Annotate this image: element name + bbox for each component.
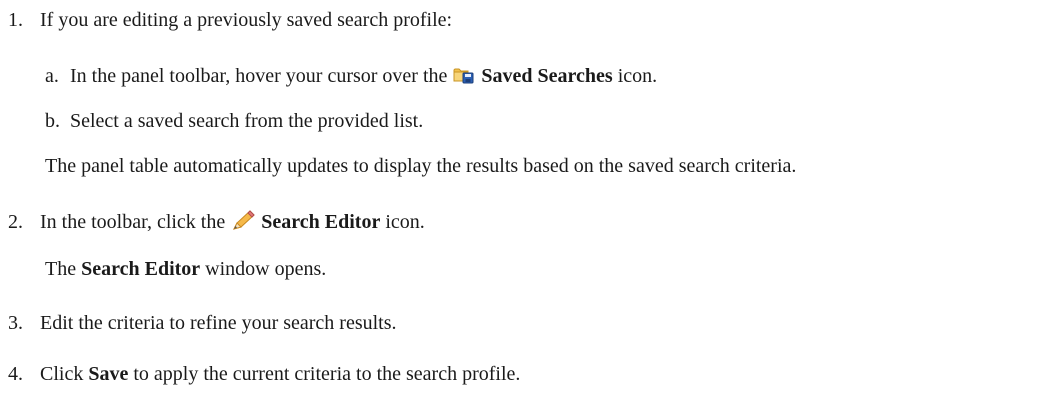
step-2-number: 2. — [8, 211, 23, 233]
step-1a-letter: a. — [45, 65, 59, 87]
step-3-number: 3. — [8, 312, 23, 334]
step-2-result-after: window opens. — [205, 258, 327, 280]
step-1-text: If you are editing a previously saved se… — [40, 9, 453, 31]
step-1b-letter: b. — [45, 110, 60, 132]
step-4-before: Click — [40, 363, 84, 385]
search-editor-icon — [231, 210, 255, 232]
step-2-text: In the toolbar, click the Search Editor … — [40, 210, 425, 234]
step-1-result: The panel table automatically updates to… — [45, 155, 797, 177]
step-1a-text: In the panel toolbar, hover your cursor … — [70, 64, 657, 88]
step-4-number: 4. — [8, 363, 23, 385]
step-4-text: Click Save to apply the current criteria… — [40, 362, 520, 386]
step-3-text: Edit the criteria to refine your search … — [40, 312, 397, 334]
step-1-number: 1. — [8, 9, 23, 31]
step-4-after: to apply the current criteria to the sea… — [133, 363, 521, 385]
step-1a-before: In the panel toolbar, hover your cursor … — [70, 65, 448, 87]
step-2-result: The Search Editor window opens. — [45, 257, 326, 281]
step-1a-after: icon. — [617, 65, 658, 87]
step-2-bold: Search Editor — [261, 211, 381, 233]
saved-searches-icon — [453, 66, 475, 84]
step-2-before: In the toolbar, click the — [40, 211, 226, 233]
step-2-result-before: The — [45, 258, 77, 280]
step-1b-text: Select a saved search from the provided … — [70, 110, 424, 132]
step-1a-bold: Saved Searches — [481, 65, 613, 87]
step-2-result-bold: Search Editor — [81, 258, 201, 280]
step-4-bold: Save — [88, 363, 129, 385]
step-2-after: icon. — [385, 211, 425, 233]
